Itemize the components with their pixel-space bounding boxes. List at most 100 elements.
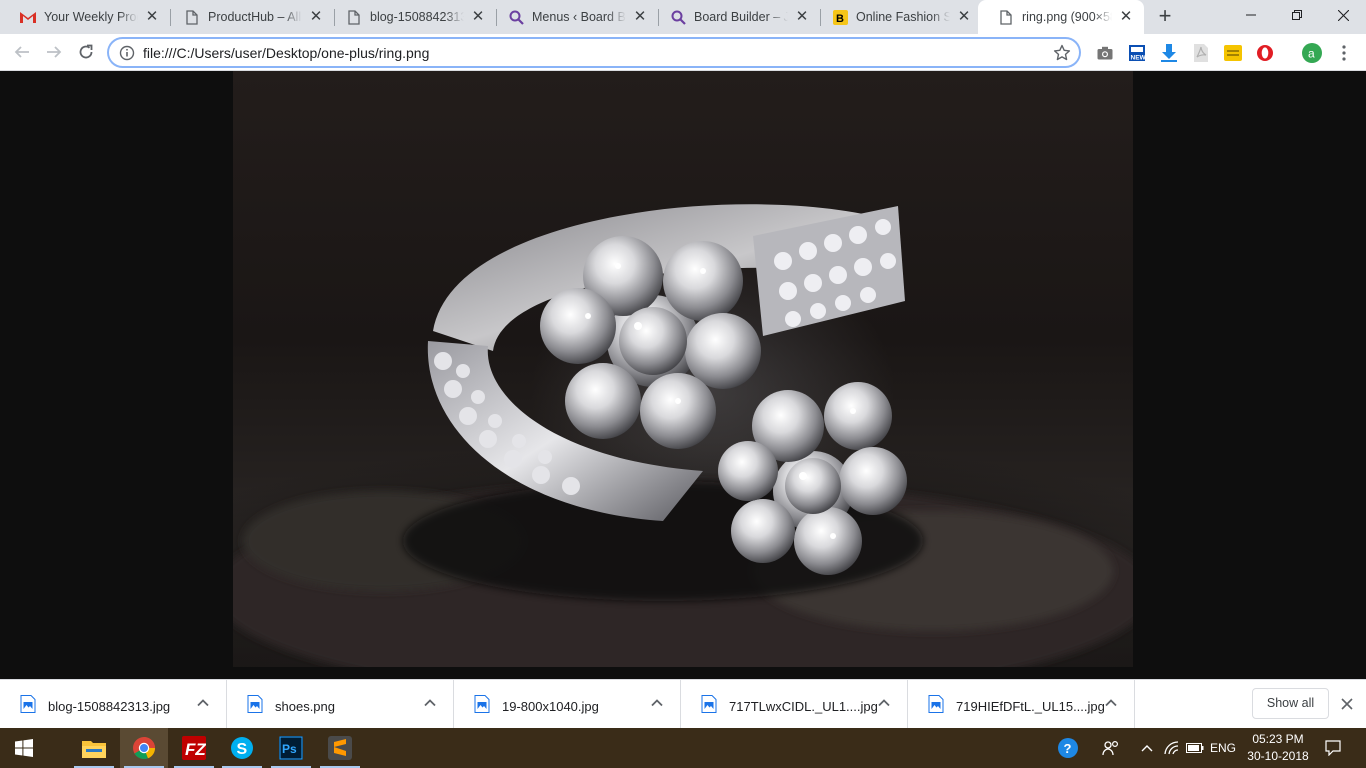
skype-icon: S (231, 737, 253, 759)
download-item[interactable]: blog-1508842313.jpg (0, 680, 227, 728)
download-filename: shoes.png (275, 699, 335, 714)
forward-button[interactable] (42, 40, 66, 64)
help-tray-icon[interactable]: ? (1055, 728, 1081, 768)
wifi-icon[interactable] (1162, 728, 1182, 768)
close-tab-icon[interactable]: ✕ (632, 9, 648, 25)
tab-title: blog-1508842313.jpg (370, 10, 464, 24)
close-icon[interactable] (1339, 696, 1355, 712)
image-file-icon (928, 695, 944, 713)
tab-producthub[interactable]: ProductHub – All Products ✕ (164, 0, 334, 34)
camera-extension-icon[interactable] (1095, 43, 1115, 63)
opera-extension-icon[interactable] (1255, 43, 1275, 63)
svg-text:?: ? (1064, 741, 1072, 756)
taskbar-file-explorer[interactable] (70, 728, 118, 768)
notes-extension-icon[interactable] (1223, 43, 1243, 63)
ring-photo[interactable] (233, 71, 1133, 667)
reload-button[interactable] (74, 40, 98, 64)
download-filename: 717TLwxCIDL._UL1....jpg (729, 699, 878, 714)
battery-icon[interactable] (1185, 728, 1205, 768)
chevron-up-icon[interactable] (423, 696, 437, 710)
bookmark-star-icon[interactable] (1053, 44, 1071, 62)
download-filename: blog-1508842313.jpg (48, 699, 171, 714)
people-icon[interactable] (1099, 728, 1123, 768)
photoshop-icon: Ps (279, 736, 303, 760)
reload-icon (79, 44, 93, 59)
back-button[interactable] (10, 40, 34, 64)
download-item[interactable]: shoes.png (227, 680, 454, 728)
tab-blog-image[interactable]: blog-1508842313.jpg ✕ (326, 0, 496, 34)
close-tab-icon[interactable]: ✕ (956, 9, 972, 25)
tab-strip: Your Weekly Progress ✕ ProductHub – All … (0, 0, 1366, 34)
clock-time: 05:23 PM (1252, 732, 1304, 746)
page-icon (184, 9, 200, 25)
address-bar[interactable]: file:///C:/Users/user/Desktop/one-plus/r… (108, 38, 1080, 67)
filezilla-icon: FZ (182, 736, 206, 760)
close-tab-icon[interactable]: ✕ (1118, 9, 1134, 25)
download-item[interactable]: 19-800x1040.jpg (454, 680, 681, 728)
tab-menus[interactable]: Menus ‹ Board Builder ✕ (488, 0, 658, 34)
windows-taskbar: FZ S Ps ? ENG 05:23 PM 30-10-2018 (0, 728, 1366, 768)
sublime-text-icon (328, 736, 352, 760)
tab-ring-image[interactable]: ring.png (900×585) ✕ (978, 0, 1144, 34)
search-icon (670, 9, 686, 25)
download-shelf: blog-1508842313.jpg shoes.png 19-800x104… (0, 679, 1366, 728)
taskbar-chrome[interactable] (120, 728, 168, 768)
info-icon[interactable] (119, 45, 135, 61)
diamond-ring-image (233, 204, 1133, 667)
b-logo-icon: B (832, 9, 848, 25)
close-window-button[interactable] (1320, 0, 1366, 30)
page-icon (346, 9, 362, 25)
taskbar-sublime-text[interactable] (316, 728, 364, 768)
restore-button[interactable] (1274, 0, 1320, 30)
close-tab-icon[interactable]: ✕ (794, 9, 810, 25)
start-button[interactable] (0, 728, 48, 768)
minimize-icon (1246, 14, 1256, 16)
language-indicator[interactable]: ENG (1208, 728, 1238, 768)
download-extension-icon[interactable] (1159, 43, 1179, 63)
svg-text:B: B (836, 13, 844, 25)
browser-toolbar: file:///C:/Users/user/Desktop/one-plus/r… (0, 34, 1366, 71)
pdf-extension-icon[interactable] (1191, 43, 1211, 63)
taskbar-clock[interactable]: 05:23 PM 30-10-2018 (1236, 731, 1320, 765)
new-extension-icon[interactable]: NEW (1127, 43, 1147, 63)
taskbar-filezilla[interactable]: FZ (170, 728, 218, 768)
chrome-menu-button[interactable] (1334, 43, 1354, 63)
close-tab-icon[interactable]: ✕ (470, 9, 486, 25)
close-tab-icon[interactable]: ✕ (308, 9, 324, 25)
tab-title: ring.png (900×585) (1022, 10, 1112, 24)
chevron-up-icon[interactable] (196, 696, 210, 710)
svg-text:Ps: Ps (282, 742, 297, 756)
tab-fashion-shopping[interactable]: B Online Fashion Shopping ✕ (812, 0, 982, 34)
download-item[interactable]: 719HIEfDFtL._UL15....jpg (908, 680, 1135, 728)
arrow-right-icon (47, 46, 62, 58)
tab-board-builder[interactable]: Board Builder – Just ✕ (650, 0, 820, 34)
profile-initial: a (1308, 47, 1315, 61)
chevron-up-icon[interactable] (650, 696, 664, 710)
taskbar-skype[interactable]: S (218, 728, 266, 768)
chevron-up-icon[interactable] (877, 696, 891, 710)
download-filename: 19-800x1040.jpg (502, 699, 599, 714)
download-item[interactable]: 717TLwxCIDL._UL1....jpg (681, 680, 908, 728)
close-icon (1337, 9, 1349, 21)
url-text[interactable]: file:///C:/Users/user/Desktop/one-plus/r… (143, 45, 429, 61)
arrow-left-icon (14, 46, 29, 58)
new-tab-button[interactable]: + (1154, 5, 1176, 28)
tab-gmail[interactable]: Your Weekly Progress ✕ (0, 0, 170, 34)
profile-avatar[interactable]: a (1302, 43, 1322, 63)
windows-start-icon (15, 739, 33, 757)
show-all-downloads-button[interactable]: Show all (1252, 688, 1329, 719)
chrome-icon (133, 737, 156, 760)
taskbar-photoshop[interactable]: Ps (267, 728, 315, 768)
minimize-button[interactable] (1228, 0, 1274, 30)
tab-title: Online Fashion Shopping (856, 10, 950, 24)
tab-title: Board Builder – Just (694, 10, 788, 24)
tab-title: ProductHub – All Products (208, 10, 302, 24)
svg-text:S: S (237, 741, 248, 758)
close-tab-icon[interactable]: ✕ (144, 9, 160, 25)
image-viewer (0, 71, 1366, 679)
notification-icon[interactable] (1320, 728, 1346, 768)
chevron-up-icon[interactable] (1104, 696, 1118, 710)
gmail-icon (20, 9, 36, 25)
chevron-up-icon[interactable] (1138, 728, 1156, 768)
image-file-icon (20, 695, 36, 713)
